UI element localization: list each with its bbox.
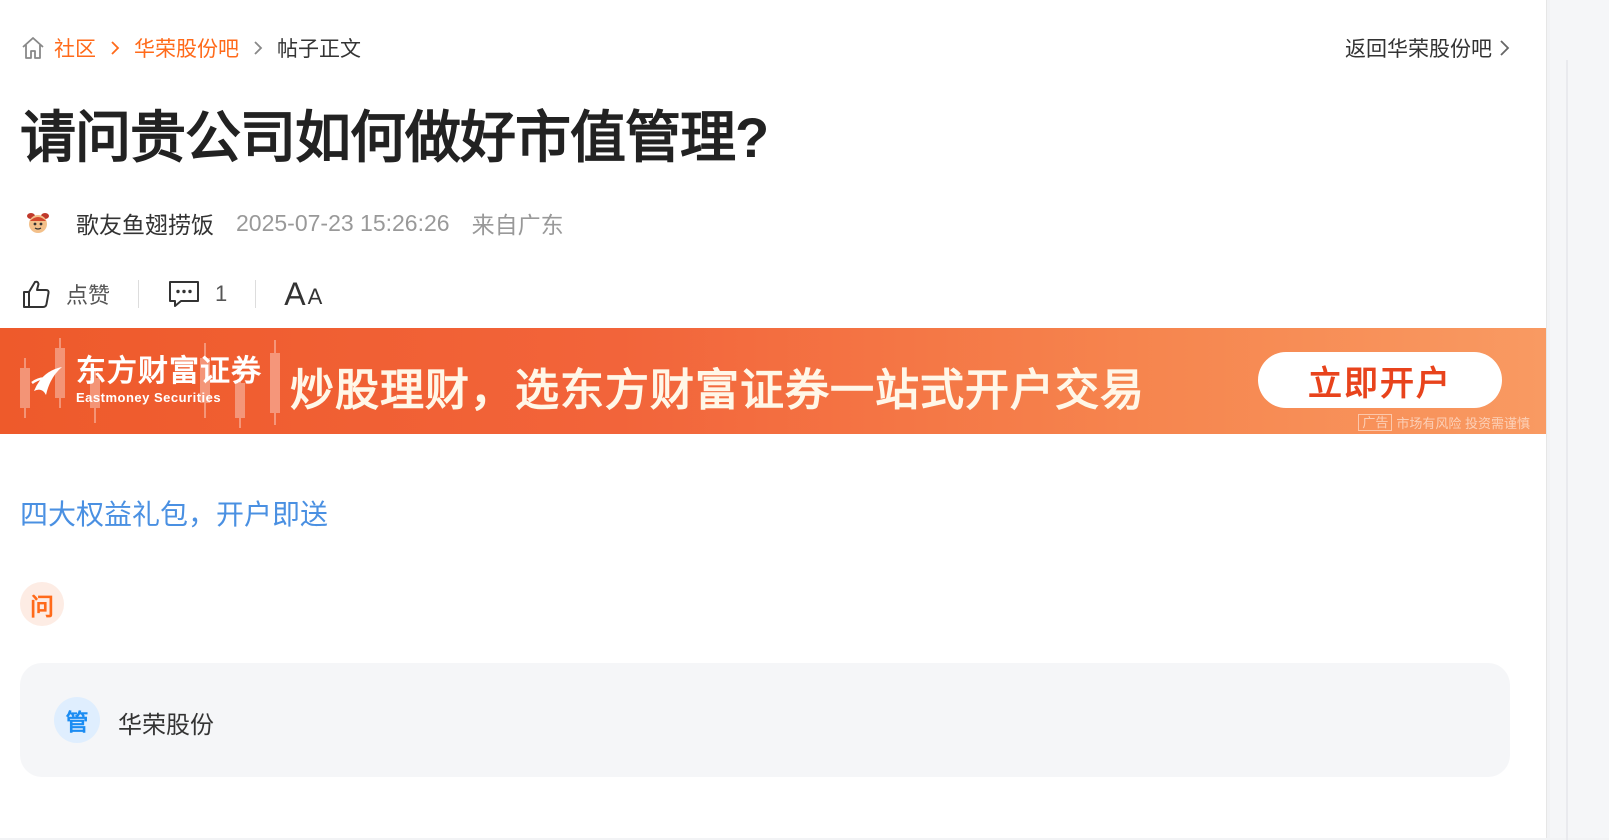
- ad-banner[interactable]: 东方财富证券 Eastmoney Securities 炒股理财，选东方财富证券…: [0, 328, 1546, 434]
- eastmoney-brand: 东方财富证券 Eastmoney Securities: [28, 356, 262, 405]
- ad-disclaimer: 广告 市场有风险 投资需谨慎: [1358, 413, 1530, 432]
- post-time: 2025-07-23 15:26:26: [236, 209, 450, 236]
- open-account-button[interactable]: 立即开户: [1258, 352, 1502, 408]
- risk-note: 市场有风险 投资需谨慎: [1396, 416, 1530, 431]
- author-name[interactable]: 歌友鱼翅捞饭: [76, 206, 214, 240]
- like-button[interactable]: 点赞: [20, 278, 110, 310]
- thumbs-up-icon: [23, 280, 50, 308]
- post-meta: 歌友鱼翅捞饭 2025-07-23 15:26:26 来自广东: [22, 202, 564, 244]
- ad-label: 广告: [1358, 414, 1393, 431]
- question-badge: 问: [20, 582, 64, 626]
- post-actions: 点赞 1 A A: [20, 272, 322, 316]
- banner-slogan: 炒股理财，选东方财富证券一站式开户交易: [290, 366, 1145, 415]
- font-size-large-icon: A: [284, 275, 306, 312]
- official-reply-card: 管 华荣股份: [20, 663, 1510, 777]
- sidebar-divider: [1566, 60, 1568, 840]
- post-page: 社区 华荣股份吧 帖子正文 返回华荣股份吧 请问贵公司如何做好市值管理? 歌友鱼…: [0, 0, 1547, 838]
- comment-icon: [169, 281, 200, 307]
- cartoon-avatar-icon: [27, 213, 49, 233]
- post-title: 请问贵公司如何做好市值管理?: [20, 106, 769, 169]
- breadcrumb-bar-link[interactable]: 华荣股份吧: [134, 33, 239, 63]
- manager-badge: 管: [54, 697, 100, 743]
- promo-link[interactable]: 四大权益礼包，开户即送: [20, 493, 328, 533]
- eastmoney-logo-icon: [31, 366, 62, 395]
- breadcrumb-community-link[interactable]: 社区: [54, 33, 96, 63]
- divider: [138, 280, 140, 308]
- like-label: 点赞: [66, 283, 111, 308]
- comment-button[interactable]: 1: [167, 279, 227, 309]
- home-icon[interactable]: [20, 35, 46, 61]
- chevron-right-icon: [111, 41, 120, 55]
- brand-name-en: Eastmoney Securities: [76, 390, 222, 405]
- divider: [255, 280, 257, 308]
- right-sidebar-edge: [1550, 0, 1609, 840]
- font-size-toggle[interactable]: A A: [284, 276, 322, 313]
- breadcrumb: 社区 华荣股份吧 帖子正文: [20, 34, 361, 62]
- chevron-right-icon: [254, 41, 263, 55]
- avatar[interactable]: [22, 207, 54, 239]
- post-location: 来自广东: [471, 212, 564, 238]
- chevron-right-icon: [1500, 40, 1510, 56]
- brand-name-cn: 东方财富证券: [76, 354, 262, 389]
- back-to-bar-label: 返回华荣股份吧: [1345, 38, 1492, 61]
- back-to-bar-link[interactable]: 返回华荣股份吧: [1345, 34, 1510, 62]
- breadcrumb-current: 帖子正文: [277, 38, 361, 61]
- comment-count: 1: [215, 281, 228, 306]
- reply-company-name[interactable]: 华荣股份: [118, 705, 214, 740]
- font-size-small-icon: A: [307, 283, 323, 309]
